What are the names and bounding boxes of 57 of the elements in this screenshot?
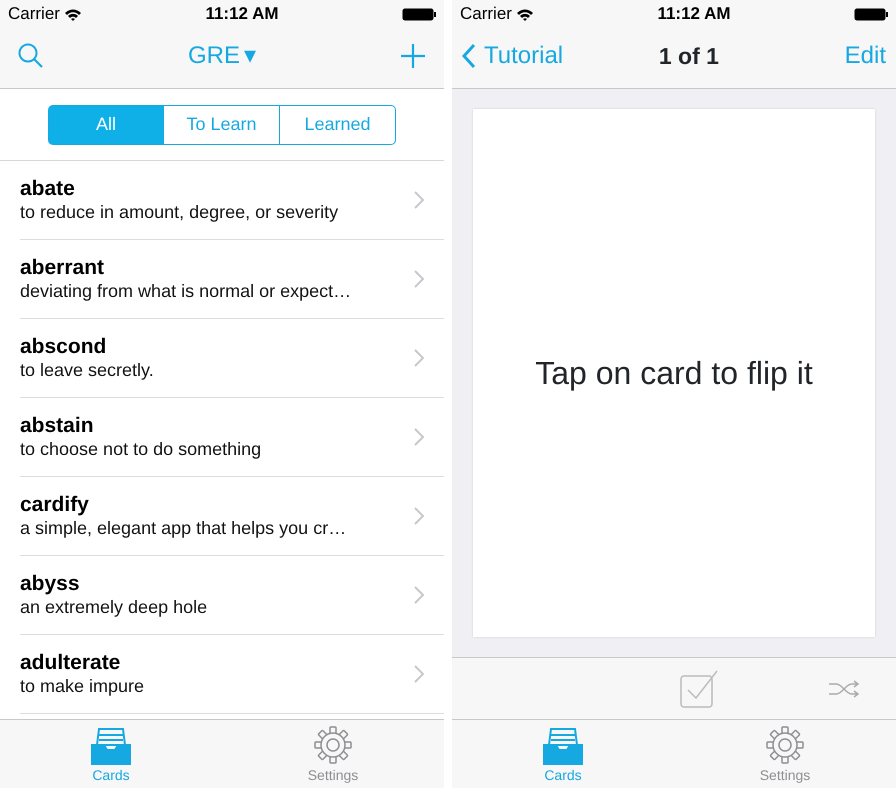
word-term: abstain (20, 412, 95, 438)
word-row[interactable]: adulterate to make impure (20, 635, 444, 714)
word-definition: a simple, elegant app that helps you cr… (20, 516, 348, 540)
battery-icon (402, 8, 436, 20)
chevron-right-icon (414, 349, 424, 367)
tab-bar-item[interactable]: Cards (0, 720, 222, 788)
word-row[interactable]: aberrant deviating from what is normal or expect… (20, 240, 444, 319)
word-definition: to leave secretly. (20, 358, 155, 382)
tab-bar-item[interactable]: Settings (674, 720, 896, 788)
chevron-right-icon (414, 665, 424, 683)
segment-tab[interactable]: All (48, 104, 164, 144)
chevron-right-icon (414, 428, 424, 446)
segment-tab[interactable]: To Learn (164, 104, 280, 144)
edit-button[interactable]: Edit (844, 38, 886, 74)
gear-icon (313, 725, 353, 765)
flashcard[interactable]: Tap on card to flip it (473, 109, 875, 637)
word-row[interactable]: abate to reduce in amount, degree, or severity (20, 161, 444, 240)
word-definition: to choose not to do something (20, 438, 262, 461)
word-definition: to make impure (20, 674, 146, 698)
wifi-icon (516, 6, 534, 22)
word-definition: an extremely deep hole (20, 596, 208, 619)
tab-bar-item[interactable]: Cards (452, 720, 674, 788)
chevron-right-icon (414, 586, 424, 604)
checkbox-icon[interactable] (680, 670, 718, 708)
word-definition: deviating from what is normal or expect… (20, 280, 352, 303)
search-icon[interactable] (18, 43, 44, 69)
tray-icon (90, 727, 132, 765)
word-row[interactable]: cardify a simple, elegant app that helps you cr… (20, 477, 444, 556)
wifi-icon (64, 6, 82, 22)
battery-icon (854, 8, 888, 20)
word-term: abscond (20, 334, 108, 359)
word-term: abate (20, 176, 76, 201)
word-term: adulterate (20, 650, 122, 675)
tray-icon (542, 727, 584, 765)
carrier-label: Carrier (8, 3, 60, 26)
word-term: aberrant (20, 254, 106, 280)
back-button[interactable]: Tutorial (462, 38, 564, 74)
carrier-label: Carrier (460, 3, 512, 26)
status-time: 11:12 AM (205, 3, 279, 26)
word-term: abyss (20, 570, 81, 596)
word-row[interactable]: abstain to choose not to do something (20, 398, 444, 477)
shuffle-icon[interactable] (828, 680, 860, 698)
nav-title-dropdown[interactable]: GRE ▾ (188, 38, 256, 74)
tab-bar-item[interactable]: Settings (222, 720, 444, 788)
gear-icon (765, 725, 805, 765)
word-term: cardify (20, 492, 90, 517)
word-row[interactable]: abyss an extremely deep hole (20, 556, 444, 635)
add-icon[interactable] (400, 43, 426, 69)
chevron-right-icon (414, 270, 424, 288)
nav-title: 1 of 1 (658, 42, 719, 71)
segment-tab[interactable]: Learned (280, 104, 396, 144)
word-row[interactable]: abscond to leave secretly. (20, 319, 444, 398)
status-time: 11:12 AM (657, 3, 731, 26)
chevron-right-icon (414, 191, 424, 209)
word-definition: to reduce in amount, degree, or severity (20, 200, 340, 224)
chevron-left-icon (462, 43, 476, 69)
chevron-right-icon (414, 507, 424, 525)
